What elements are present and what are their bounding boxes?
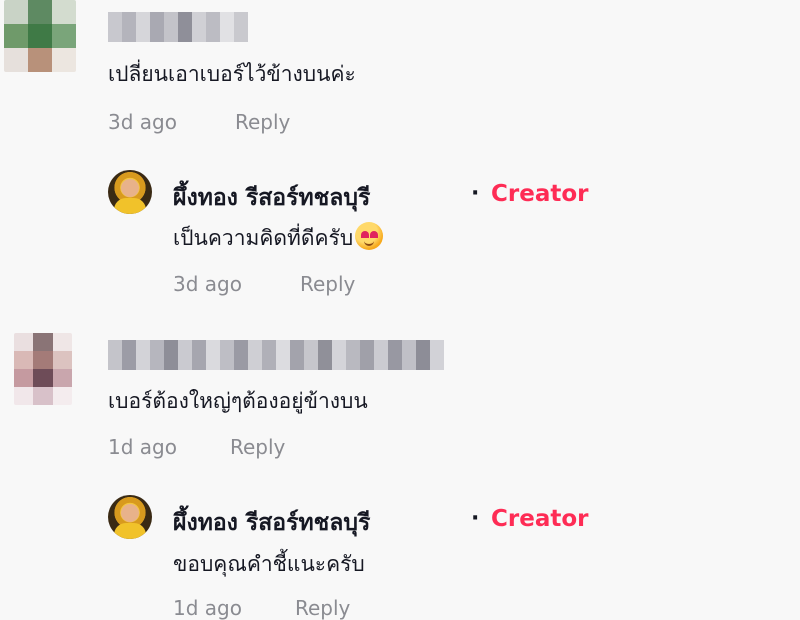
reply-text: ขอบคุณคำชี้แนะครับ xyxy=(173,552,365,576)
comment-timestamp: 1d ago xyxy=(108,435,177,459)
comment-timestamp: 3d ago xyxy=(108,110,177,134)
reply-text: เป็นความคิดที่ดีครับ xyxy=(173,226,354,250)
creator-avatar[interactable] xyxy=(108,495,152,539)
smiling-face-with-hearts-icon xyxy=(355,222,384,250)
reply-button[interactable]: Reply xyxy=(295,596,350,620)
comment-text: เบอร์ต้องใหญ่ๆต้องอยู่ข้างบน xyxy=(108,389,368,413)
avatar[interactable] xyxy=(4,0,76,72)
creator-badge: Creator xyxy=(491,181,589,207)
avatar[interactable] xyxy=(14,333,72,405)
name-separator: · xyxy=(471,181,480,206)
comment-text: เปลี่ยนเอาเบอร์ไว้ข้างบนค่ะ xyxy=(108,62,356,86)
creator-username[interactable]: ผึ้งทอง รีสอร์ทชลบุรี xyxy=(173,180,370,216)
reply-button[interactable]: Reply xyxy=(235,110,290,134)
reply-text-row: เป็นความคิดที่ดีครับ xyxy=(173,222,384,255)
reply-button[interactable]: Reply xyxy=(300,272,355,296)
blurred-username[interactable] xyxy=(108,340,444,370)
blurred-username[interactable] xyxy=(108,12,248,42)
reply-timestamp: 1d ago xyxy=(173,596,242,620)
name-separator: · xyxy=(471,506,480,531)
creator-badge: Creator xyxy=(491,506,589,532)
reply-timestamp: 3d ago xyxy=(173,272,242,296)
reply-button[interactable]: Reply xyxy=(230,435,285,459)
creator-avatar[interactable] xyxy=(108,170,152,214)
creator-username[interactable]: ผึ้งทอง รีสอร์ทชลบุรี xyxy=(173,505,370,541)
